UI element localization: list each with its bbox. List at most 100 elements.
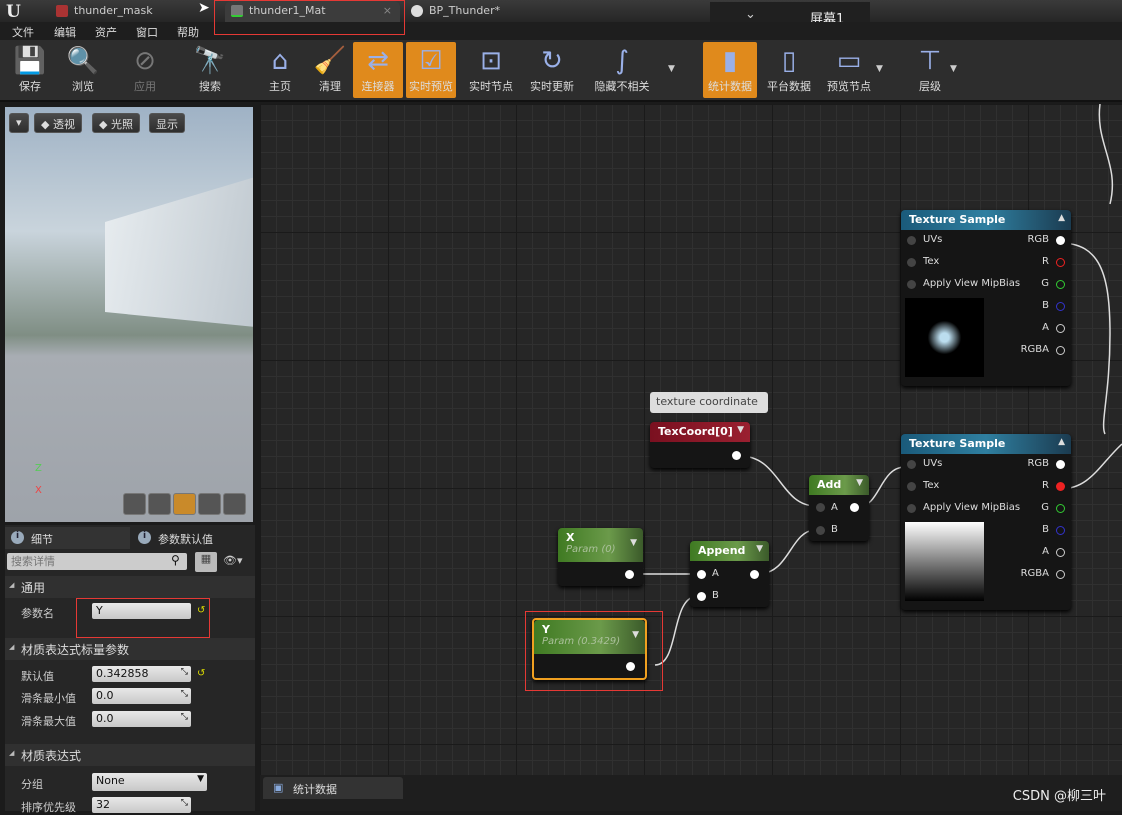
blueprint-icon bbox=[411, 5, 423, 17]
output-pin-rgba[interactable] bbox=[1056, 570, 1065, 579]
toolbar-save-button[interactable]: 💾 保存 bbox=[5, 42, 55, 98]
collapse-arrow-icon[interactable]: ▲ bbox=[1058, 213, 1065, 223]
search-details-input[interactable] bbox=[7, 553, 187, 570]
toolbar-hide-unrelated-button[interactable]: ∫ 隐藏不相关 bbox=[587, 42, 657, 98]
section-general[interactable]: 通用 bbox=[5, 576, 255, 598]
output-pin-r[interactable] bbox=[1056, 482, 1065, 491]
output-pin-a[interactable] bbox=[1056, 324, 1065, 333]
input-pin-uvs[interactable] bbox=[907, 460, 916, 469]
hierarchy-dropdown[interactable]: ▼ bbox=[950, 64, 957, 74]
slider-max-field[interactable]: 0.0 ⤡ bbox=[92, 711, 191, 727]
toolbar-browse-button[interactable]: 🔍 浏览 bbox=[58, 42, 108, 98]
comment-bubble[interactable]: texture coordinate bbox=[650, 392, 768, 413]
group-dropdown[interactable]: None ▼ bbox=[92, 773, 207, 791]
material-graph-canvas[interactable]: texture coordinate TexCoord[0] ▼ X Param (… bbox=[260, 104, 1122, 775]
output-pin-a[interactable] bbox=[1056, 548, 1065, 557]
toolbar-clean-button[interactable]: 🧹 清理 bbox=[305, 42, 355, 98]
collapse-arrow-icon[interactable]: ▼ bbox=[756, 544, 763, 554]
input-pin-a[interactable] bbox=[816, 503, 825, 512]
preview-plane-button[interactable] bbox=[173, 493, 196, 515]
toolbar-home-button[interactable]: ⌂ 主页 bbox=[255, 42, 305, 98]
input-pin-a[interactable] bbox=[697, 570, 706, 579]
node-add[interactable]: Add ▼ A B bbox=[809, 475, 869, 541]
output-pin-g[interactable] bbox=[1056, 280, 1065, 289]
toolbar-connector-button[interactable]: ⇄ 连接器 bbox=[353, 42, 403, 98]
details-panel: i细节 i参数默认值 ⚲ ▦ 👁▾ 通用 参数名 Y ↺ 材质表达式标量参数 默… bbox=[5, 525, 255, 814]
toolbar-search-button[interactable]: 🔭 搜索 bbox=[185, 42, 235, 98]
input-pin-b[interactable] bbox=[697, 592, 706, 601]
clean-icon: 🧹 bbox=[313, 46, 347, 76]
node-texture-sample-2[interactable]: Texture Sample ▲ UVs Tex Apply View MipBias R… bbox=[901, 434, 1071, 610]
input-pin-uvs[interactable] bbox=[907, 236, 916, 245]
node-texture-sample-1[interactable]: Texture Sample ▲ UVs Tex Apply View MipBias R… bbox=[901, 210, 1071, 386]
output-pin[interactable] bbox=[850, 503, 859, 512]
input-pin-tex[interactable] bbox=[907, 258, 916, 267]
tab-details[interactable]: i 细节 bbox=[5, 527, 130, 549]
node-texcoord[interactable]: TexCoord[0] ▼ bbox=[650, 422, 750, 468]
node-append[interactable]: Append ▼ A B bbox=[690, 541, 769, 607]
menu-window[interactable]: 窗口 bbox=[136, 24, 158, 40]
apply-icon: ⊘ bbox=[134, 46, 156, 76]
tab-bp-thunder[interactable]: BP_Thunder* bbox=[405, 1, 575, 22]
input-pin-mip[interactable] bbox=[907, 504, 916, 513]
input-pin-tex[interactable] bbox=[907, 482, 916, 491]
hide-unrelated-icon: ∫ bbox=[615, 46, 629, 76]
output-pin[interactable] bbox=[750, 570, 759, 579]
input-pin-mip[interactable] bbox=[907, 280, 916, 289]
collapse-arrow-icon[interactable]: ▼ bbox=[630, 538, 637, 548]
unreal-logo[interactable]: U bbox=[6, 2, 21, 22]
perspective-button[interactable]: ◆ 透视 bbox=[34, 113, 82, 133]
show-button[interactable]: 显示 bbox=[149, 113, 185, 133]
output-pin-r[interactable] bbox=[1056, 258, 1065, 267]
input-pin-b[interactable] bbox=[816, 526, 825, 535]
tab-thunder-mask[interactable]: thunder_mask bbox=[50, 1, 210, 22]
output-pin-rgb[interactable] bbox=[1056, 460, 1065, 469]
preview-cylinder-button[interactable] bbox=[123, 493, 146, 515]
preview-mesh-button[interactable] bbox=[223, 493, 246, 515]
preview-cube-button[interactable] bbox=[198, 493, 221, 515]
output-pin-rgba[interactable] bbox=[1056, 346, 1065, 355]
collapse-arrow-icon[interactable]: ▼ bbox=[856, 478, 863, 488]
collapse-arrow-icon[interactable]: ▲ bbox=[1058, 437, 1065, 447]
spin-icon: ⤡ bbox=[180, 712, 188, 722]
toolbar-hierarchy-button[interactable]: ⊤ 层级 bbox=[905, 42, 955, 98]
lighting-button[interactable]: ◆ 光照 bbox=[92, 113, 140, 133]
toolbar-preview-node-button[interactable]: ▭ 预览节点 bbox=[822, 42, 876, 98]
toolbar-stats-button[interactable]: ▮ 统计数据 bbox=[703, 42, 757, 98]
viewport-options-button[interactable]: ▾ bbox=[9, 113, 29, 133]
menu-asset[interactable]: 资产 bbox=[95, 24, 117, 40]
tab-stats[interactable]: ▣ 统计数据 bbox=[263, 777, 403, 799]
output-pin-b[interactable] bbox=[1056, 526, 1065, 535]
tab-parameter-defaults[interactable]: i 参数默认值 bbox=[132, 527, 255, 549]
node-x-param[interactable]: X Param (0) ▼ bbox=[558, 528, 643, 586]
preview-sphere-button[interactable] bbox=[148, 493, 171, 515]
default-value-field[interactable]: 0.342858 ⤡ bbox=[92, 666, 191, 682]
toolbar-live-nodes-button[interactable]: ⊡ 实时节点 bbox=[466, 42, 516, 98]
collapse-arrow-icon[interactable]: ▼ bbox=[737, 425, 744, 435]
texture-icon bbox=[56, 5, 68, 17]
output-pin[interactable] bbox=[625, 570, 634, 579]
spin-icon: ⤡ bbox=[180, 689, 188, 699]
param-name-label: 参数名 bbox=[21, 607, 54, 620]
output-pin-g[interactable] bbox=[1056, 504, 1065, 513]
browse-icon: 🔍 bbox=[66, 46, 100, 76]
toolbar-more-dropdown[interactable]: ▼ bbox=[668, 64, 675, 74]
section-scalar-parameter[interactable]: 材质表达式标量参数 bbox=[5, 638, 255, 660]
eye-visibility-icon[interactable]: 👁▾ bbox=[223, 554, 243, 567]
output-pin-rgb[interactable] bbox=[1056, 236, 1065, 245]
menu-help[interactable]: 帮助 bbox=[177, 24, 199, 40]
preview-viewport[interactable]: ▾ ◆ 透视 ◆ 光照 显示 Z X bbox=[5, 107, 253, 522]
menu-edit[interactable]: 编辑 bbox=[54, 24, 76, 40]
slider-min-field[interactable]: 0.0 ⤡ bbox=[92, 688, 191, 704]
toolbar-platform-stats-button[interactable]: ▯ 平台数据 bbox=[762, 42, 816, 98]
output-pin[interactable] bbox=[732, 451, 741, 460]
toolbar-live-update-button[interactable]: ↻ 实时更新 bbox=[527, 42, 577, 98]
grid-view-button[interactable]: ▦ bbox=[195, 552, 217, 572]
preview-node-icon: ▭ bbox=[836, 46, 862, 76]
preview-node-dropdown[interactable]: ▼ bbox=[876, 64, 883, 74]
reset-icon[interactable]: ↺ bbox=[197, 668, 205, 679]
menu-file[interactable]: 文件 bbox=[12, 24, 34, 40]
section-material-expression[interactable]: 材质表达式 bbox=[5, 744, 255, 766]
toolbar-live-preview-button[interactable]: ☑ 实时预览 bbox=[406, 42, 456, 98]
output-pin-b[interactable] bbox=[1056, 302, 1065, 311]
